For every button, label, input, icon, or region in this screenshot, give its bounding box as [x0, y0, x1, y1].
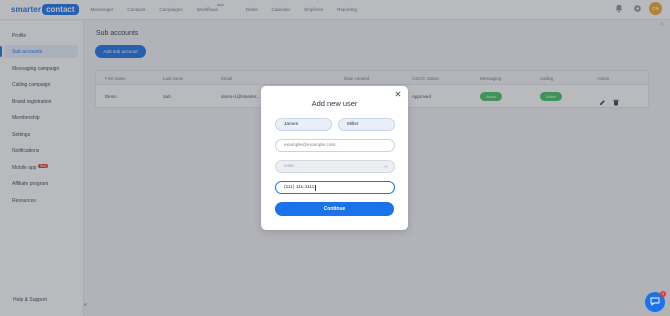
phone-value: (111) 111-1111 [284, 185, 315, 190]
chevron-down-icon [384, 165, 388, 170]
text-cursor [315, 184, 316, 191]
phone-field[interactable]: (111) 111-1111 [275, 181, 395, 194]
dialog-title: Add new user [311, 99, 358, 108]
email-field[interactable]: example@example.com [275, 139, 395, 152]
role-select[interactable]: User [275, 160, 395, 173]
continue-button[interactable]: Continue [275, 202, 394, 216]
first-name-field[interactable]: James [275, 118, 332, 131]
role-select-value: User [284, 164, 295, 169]
chat-icon [650, 293, 660, 311]
chat-unread-badge: 1 [660, 291, 666, 297]
chat-launcher-button[interactable]: 1 [645, 291, 666, 312]
last-name-field[interactable]: Miller [338, 118, 395, 131]
close-icon[interactable] [394, 90, 402, 98]
close-icon[interactable]: × [660, 21, 664, 28]
add-user-dialog: Add new user James Miller example@exampl… [261, 86, 408, 230]
